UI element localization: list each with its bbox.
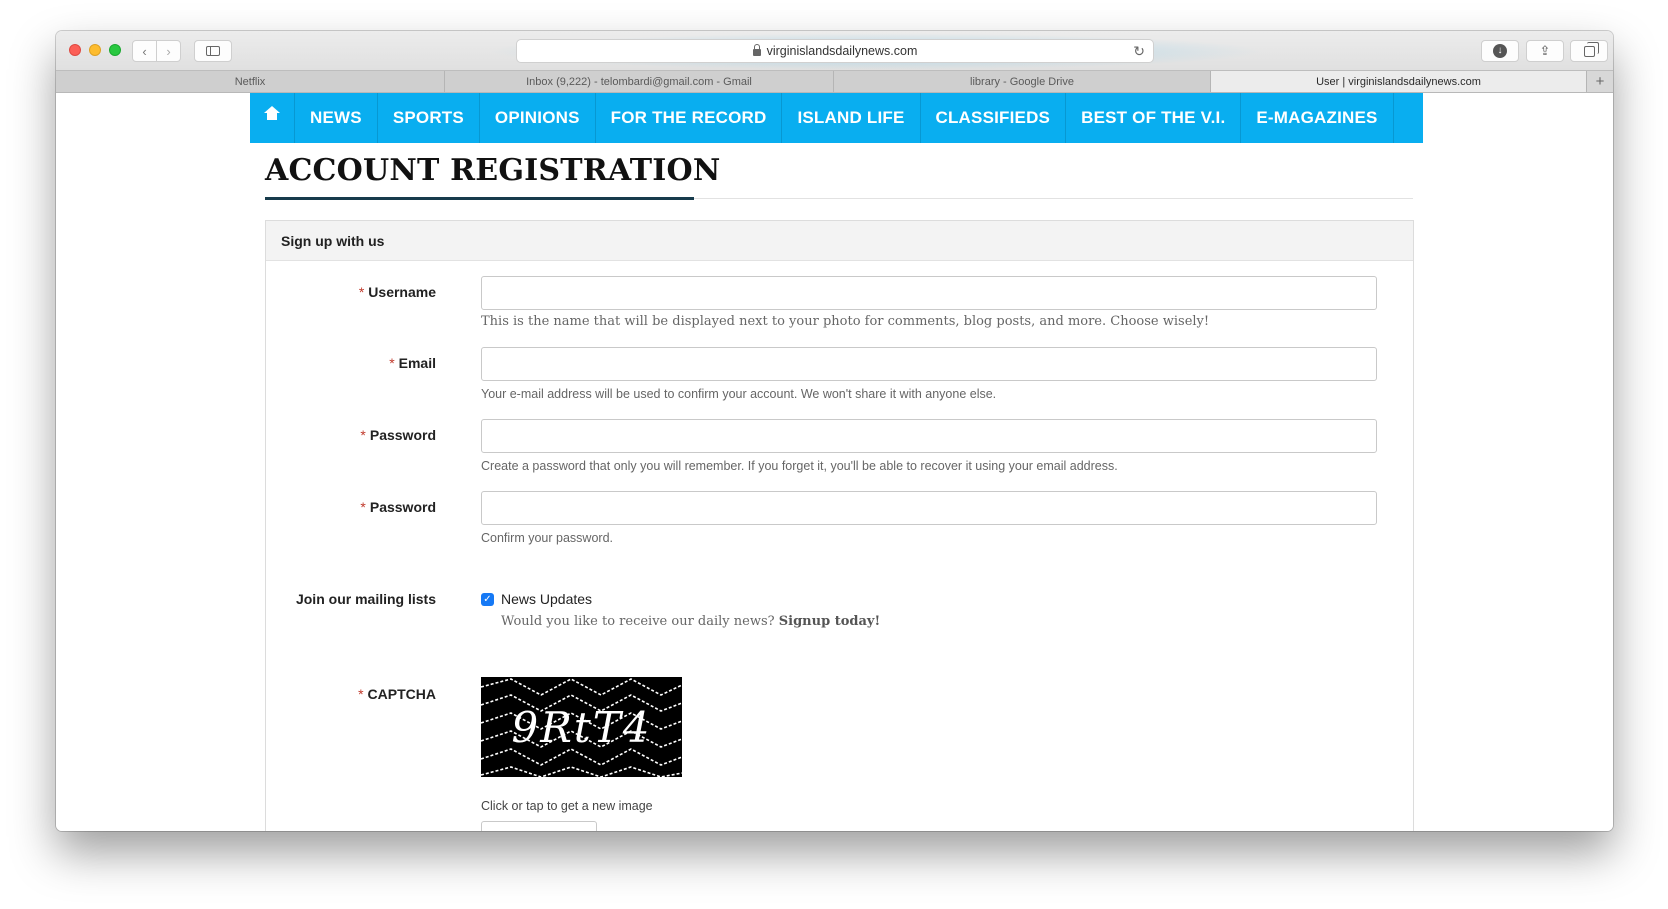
captcha-hint: Click or tap to get a new image xyxy=(481,799,653,813)
share-icon: ⇪ xyxy=(1539,43,1551,58)
nav-sports[interactable]: SPORTS xyxy=(378,93,480,143)
page-content: NEWS SPORTS OPINIONS FOR THE RECORD ISLA… xyxy=(56,93,1613,831)
lock-icon xyxy=(752,43,761,56)
mailing-lists-label: Join our mailing lists xyxy=(295,591,436,607)
home-icon xyxy=(264,106,280,124)
required-marker: * xyxy=(360,427,366,443)
registration-panel: Sign up with us * Username This is the na… xyxy=(265,220,1414,831)
confirm-password-input[interactable] xyxy=(481,491,1377,525)
email-input[interactable] xyxy=(481,347,1377,381)
email-label: * Email xyxy=(389,355,436,371)
nav-news[interactable]: NEWS xyxy=(295,93,378,143)
password-input[interactable] xyxy=(481,419,1377,453)
signup-today-link[interactable]: Signup today! xyxy=(779,614,880,629)
tab-bar: Netflix Inbox (9,222) - telombardi@gmail… xyxy=(56,70,1613,93)
chevron-left-icon: ‹ xyxy=(142,43,147,59)
username-input[interactable] xyxy=(481,276,1377,310)
address-bar[interactable]: virginislandsdailynews.com ↻ xyxy=(516,39,1154,63)
captcha-label: * CAPTCHA xyxy=(358,686,436,702)
tabs-icon xyxy=(1583,41,1599,57)
username-label: * Username xyxy=(358,284,436,300)
nav-opinions[interactable]: OPINIONS xyxy=(480,93,596,143)
email-hint: Your e-mail address will be used to conf… xyxy=(481,387,997,401)
required-marker: * xyxy=(358,284,365,300)
confirm-password-label: * Password xyxy=(360,499,436,515)
nav-best-of-the-vi[interactable]: BEST OF THE V.I. xyxy=(1066,93,1242,143)
nav-classifieds[interactable]: CLASSIFIEDS xyxy=(921,93,1067,143)
close-window-button[interactable] xyxy=(69,44,81,56)
page-title: ACCOUNT REGISTRATION xyxy=(265,153,721,188)
nav-e-magazines[interactable]: E-MAGAZINES xyxy=(1241,93,1394,143)
tab-gmail[interactable]: Inbox (9,222) - telombardi@gmail.com - G… xyxy=(445,71,834,92)
captcha-input[interactable] xyxy=(481,821,597,831)
required-marker: * xyxy=(358,686,364,702)
nav-island-life[interactable]: ISLAND LIFE xyxy=(782,93,921,143)
username-hint: This is the name that will be displayed … xyxy=(481,314,1210,329)
show-tabs-button[interactable] xyxy=(1570,40,1608,62)
required-marker: * xyxy=(360,499,366,515)
tab-netflix[interactable]: Netflix xyxy=(56,71,445,92)
captcha-image[interactable]: 9RtT4 xyxy=(481,677,682,777)
main-navigation: NEWS SPORTS OPINIONS FOR THE RECORD ISLA… xyxy=(250,93,1423,143)
mailing-note: Would you like to receive our daily news… xyxy=(501,614,881,629)
minimize-window-button[interactable] xyxy=(89,44,101,56)
nav-home[interactable] xyxy=(250,93,295,143)
new-tab-button[interactable]: + xyxy=(1587,71,1613,92)
panel-heading: Sign up with us xyxy=(266,221,1413,261)
password-hint: Create a password that only you will rem… xyxy=(481,459,1118,473)
news-updates-label[interactable]: News Updates xyxy=(501,591,592,607)
browser-window: ‹ › virginislandsdailynews.com ↻ ↓ ⇪ Net… xyxy=(56,31,1613,831)
download-icon: ↓ xyxy=(1493,44,1507,58)
password-label: * Password xyxy=(360,427,436,443)
news-updates-checkbox[interactable]: ✓ xyxy=(481,593,494,606)
title-underline xyxy=(265,197,694,200)
forward-button[interactable]: › xyxy=(156,40,181,62)
nav-for-the-record[interactable]: FOR THE RECORD xyxy=(596,93,783,143)
confirm-password-hint: Confirm your password. xyxy=(481,531,613,545)
captcha-text: 9RtT4 xyxy=(511,702,652,752)
required-marker: * xyxy=(389,355,395,371)
share-button[interactable]: ⇪ xyxy=(1526,40,1564,62)
url-text: virginislandsdailynews.com xyxy=(766,44,918,58)
tab-virgin-islands-daily-news[interactable]: User | virginislandsdailynews.com xyxy=(1211,71,1587,92)
browser-toolbar: ‹ › virginislandsdailynews.com ↻ ↓ ⇪ xyxy=(56,31,1613,70)
sidebar-toggle-button[interactable] xyxy=(194,40,232,62)
tab-google-drive[interactable]: library - Google Drive xyxy=(834,71,1211,92)
chevron-right-icon: › xyxy=(166,43,171,59)
reload-icon[interactable]: ↻ xyxy=(1133,43,1145,60)
maximize-window-button[interactable] xyxy=(109,44,121,56)
back-button[interactable]: ‹ xyxy=(132,40,157,62)
downloads-button[interactable]: ↓ xyxy=(1481,40,1519,62)
sidebar-icon xyxy=(206,46,220,56)
